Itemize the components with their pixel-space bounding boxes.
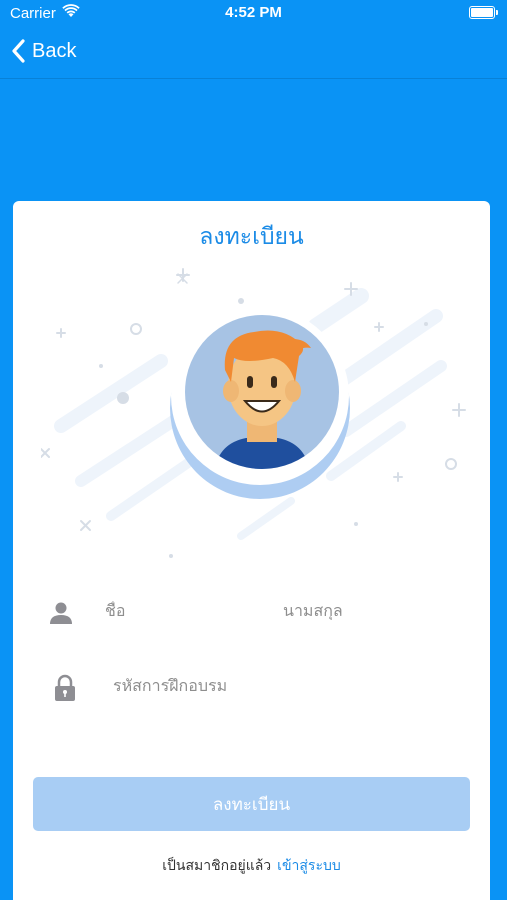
- back-button[interactable]: Back: [10, 38, 76, 64]
- register-button[interactable]: ลงทะเบียน: [33, 777, 470, 831]
- training-code-input[interactable]: [113, 676, 433, 695]
- login-prompt-text: เป็นสมาชิกอยู่แล้ว: [162, 858, 272, 874]
- name-row: [47, 593, 453, 633]
- login-link[interactable]: เข้าสู่ระบบ: [277, 858, 341, 874]
- battery-icon: [469, 6, 498, 19]
- avatar-illustration: [41, 268, 466, 558]
- last-name-input[interactable]: [283, 601, 453, 620]
- status-bar: Carrier 4:52 PM: [0, 0, 507, 28]
- chevron-left-icon: [12, 39, 25, 63]
- status-time: 4:52 PM: [225, 4, 282, 21]
- training-code-row: [47, 668, 433, 708]
- page-title: ลงทะเบียน: [199, 224, 304, 250]
- back-label: Back: [32, 40, 77, 62]
- lock-icon: [51, 674, 79, 702]
- register-card: ลงทะเบียน ชื่อ นามสกุล ลงทะเบียน เป็นสมา…: [13, 201, 490, 900]
- login-prompt: เป็นสมาชิกอยู่แล้ว เข้าสู่ระบบ: [13, 855, 490, 877]
- first-name-input[interactable]: [105, 601, 265, 620]
- user-icon: [47, 599, 75, 627]
- navigation-bar: Back: [0, 28, 507, 79]
